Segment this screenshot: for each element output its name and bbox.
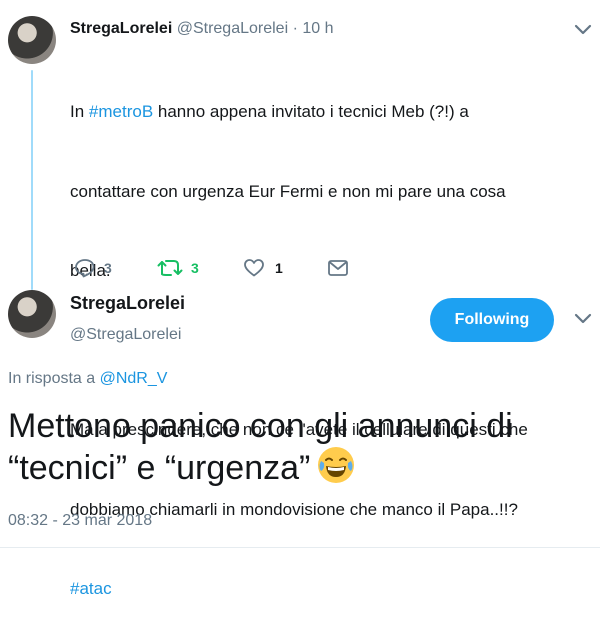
text-segment: In: [70, 102, 89, 121]
author-name[interactable]: StregaLorelei: [70, 293, 185, 314]
message-icon[interactable]: [327, 258, 349, 278]
tweet-time[interactable]: 10 h: [302, 20, 333, 37]
chevron-down-icon[interactable]: [574, 313, 592, 325]
like-count: 1: [275, 260, 283, 276]
following-button[interactable]: Following: [430, 298, 554, 342]
divider: [0, 547, 600, 548]
retweet-count: 3: [191, 260, 199, 276]
author-handle[interactable]: @StregaLorelei: [177, 20, 288, 37]
reply-count: 3: [104, 260, 112, 276]
avatar[interactable]: [8, 16, 56, 64]
text-line: Mettono panico con gli annunci di: [8, 407, 513, 445]
like-button[interactable]: 1: [243, 258, 283, 278]
thread-line: [31, 70, 33, 290]
avatar[interactable]: [8, 290, 56, 338]
retweet-icon: [157, 260, 183, 276]
text-segment: “tecnici” e “urgenza”: [8, 449, 311, 487]
tweet-header: StregaLorelei @StregaLorelei · 10 h: [70, 20, 334, 38]
retweet-button[interactable]: 3: [157, 258, 199, 278]
chevron-down-icon[interactable]: [574, 24, 592, 36]
text-line: “tecnici” e “urgenza”: [8, 447, 598, 489]
reply-prefix: In risposta a: [8, 370, 100, 387]
reply-to-link[interactable]: @NdR_V: [100, 370, 168, 387]
separator: ·: [292, 20, 298, 37]
reply-icon: [75, 259, 95, 278]
hashtag-link[interactable]: #atac: [70, 579, 112, 598]
text-line: contattare con urgenza Eur Fermi e non m…: [70, 181, 506, 201]
tweet-timestamp[interactable]: 08:32 - 23 mar 2018: [8, 512, 152, 530]
face-with-tears-of-joy-icon: [318, 447, 355, 483]
text-segment: hanno appena invitato i tecnici Meb (?!)…: [153, 102, 469, 121]
author-handle[interactable]: @StregaLorelei: [70, 326, 181, 344]
tweet-text: Mettono panico con gli annunci di “tecni…: [8, 405, 598, 489]
hashtag-link[interactable]: #metroB: [89, 102, 153, 121]
reply-context: In risposta a @NdR_V: [8, 370, 167, 388]
reply-button[interactable]: 3: [74, 258, 112, 278]
text-line: In #metroB hanno appena invitato i tecni…: [70, 99, 590, 126]
heart-icon: [244, 259, 264, 277]
author-name[interactable]: StregaLorelei: [70, 20, 172, 37]
